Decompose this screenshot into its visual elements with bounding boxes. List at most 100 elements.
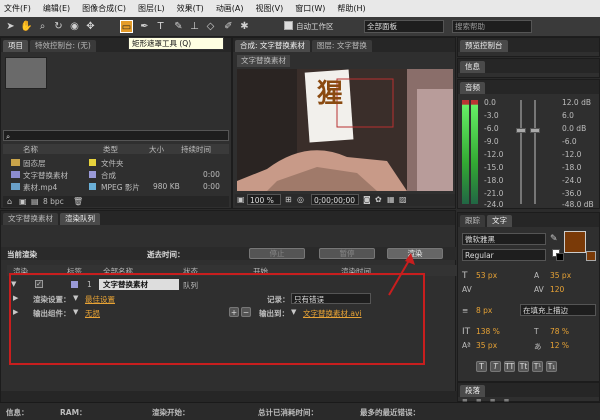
region-icon[interactable]: ▦ xyxy=(387,195,395,204)
menu-animation[interactable]: 动画(A) xyxy=(216,3,244,14)
menu-effect[interactable]: 效果(T) xyxy=(177,3,204,14)
help-search-input[interactable]: 搜索帮助 xyxy=(452,20,532,33)
font-size-icon: T xyxy=(462,271,468,281)
tab-effect-controls[interactable]: 特效控制台: (无) xyxy=(30,40,96,52)
menu-composition[interactable]: 图像合成(C) xyxy=(82,3,126,14)
comp-viewer[interactable]: 猩 xyxy=(237,69,453,191)
stop-button[interactable]: 停止 xyxy=(249,248,305,259)
rotate-icon[interactable]: ↻ xyxy=(52,20,65,33)
menu-help[interactable]: 帮助(H) xyxy=(337,3,365,14)
black-swatch[interactable] xyxy=(556,253,564,261)
tab-composition[interactable]: 合成: 文字替换素材 xyxy=(235,40,310,52)
status-renders-started-label: 渲染开始： xyxy=(152,408,190,417)
text-tool-icon[interactable]: T xyxy=(154,20,167,33)
tab-tracker[interactable]: 跟踪 xyxy=(460,215,485,227)
menu-view[interactable]: 视图(V) xyxy=(256,3,284,14)
timecode-field[interactable]: 0;00;00;00 xyxy=(311,194,359,205)
vertical-scale-value[interactable]: 138 % xyxy=(476,327,500,336)
fill-color-swatch[interactable] xyxy=(564,231,586,253)
video-frame xyxy=(237,69,453,191)
workspace-select[interactable]: 全部面板 xyxy=(364,20,444,33)
faux-bold-icon[interactable]: T xyxy=(476,361,487,372)
font-family-select[interactable]: 微软雅黑 xyxy=(462,233,546,245)
pen-icon[interactable]: ✒ xyxy=(138,20,151,33)
tab-info[interactable]: 信息 xyxy=(460,61,485,73)
tab-timeline[interactable]: 文字替换素材 xyxy=(3,213,58,225)
menu-edit[interactable]: 编辑(E) xyxy=(43,3,70,14)
delete-icon[interactable]: 🗑 xyxy=(73,197,83,206)
tsume-value[interactable]: 12 % xyxy=(550,341,569,350)
db-tick: -15.0 xyxy=(484,163,504,172)
font-size-value[interactable]: 53 px xyxy=(476,271,497,280)
color-channel-icon[interactable]: ✿ xyxy=(375,195,382,204)
tracking-value[interactable]: 120 xyxy=(550,285,564,294)
stroke-color-swatch[interactable] xyxy=(586,251,596,261)
list-item[interactable]: 素材.mp4 MPEG 影片 980 KB 0:00 xyxy=(3,182,229,192)
brush-icon[interactable]: ✎ xyxy=(172,20,185,33)
composition-icon xyxy=(11,171,20,178)
eyedropper-icon[interactable]: ✎ xyxy=(550,234,558,244)
col-size[interactable]: 大小 xyxy=(149,144,164,155)
auto-open-checkbox[interactable] xyxy=(284,21,293,30)
col-duration[interactable]: 持续时间 xyxy=(181,144,211,155)
snapshot-icon[interactable]: ◙ xyxy=(363,195,371,204)
superscript-icon[interactable]: T¹ xyxy=(532,361,543,372)
eraser-icon[interactable]: ◇ xyxy=(204,20,217,33)
stroke-mode-select[interactable]: 在填充上描边 xyxy=(520,304,596,316)
render-queue-panel: 文字替换素材 渲染队列 当前渲染 逝去时间： 停止 暂停 渲染 渲染 标签 全部… xyxy=(0,210,457,403)
rectangle-mask-icon[interactable]: ▭ xyxy=(120,20,133,33)
leading-value[interactable]: 35 px xyxy=(550,271,571,280)
audio-slider-left[interactable] xyxy=(516,128,526,133)
list-item[interactable]: 文字替换素材 合成 0:00 xyxy=(3,170,229,180)
db-tick: -24.0 xyxy=(484,200,504,209)
font-style-select[interactable]: Regular xyxy=(462,249,546,261)
grid-icon[interactable]: ⊞ xyxy=(285,195,292,204)
horizontal-scale-value[interactable]: 78 % xyxy=(550,327,569,336)
tab-audio[interactable]: 音频 xyxy=(460,82,485,94)
baseline-shift-value[interactable]: 35 px xyxy=(476,341,497,350)
menu-layer[interactable]: 图层(L) xyxy=(138,3,165,14)
new-composition-icon[interactable]: ▤ xyxy=(31,197,39,206)
pause-button[interactable]: 暂停 xyxy=(319,248,375,259)
project-search-input[interactable]: ⌕ xyxy=(3,130,229,141)
always-preview-icon[interactable]: ▣ xyxy=(237,195,245,204)
faux-italic-icon[interactable]: T xyxy=(490,361,501,372)
zoom-icon[interactable]: ⌕ xyxy=(36,20,49,33)
leading-icon: A xyxy=(534,271,540,280)
col-name[interactable]: 名称 xyxy=(23,144,38,155)
interpret-footage-icon[interactable]: ⌂ xyxy=(7,197,12,206)
tab-layer[interactable]: 图层: 文字替换 xyxy=(311,40,372,52)
tab-paragraph[interactable]: 段落 xyxy=(460,385,485,397)
tab-project[interactable]: 项目 xyxy=(3,40,28,52)
menu-file[interactable]: 文件(F) xyxy=(4,3,31,14)
item-name: 素材.mp4 xyxy=(23,183,58,192)
col-type[interactable]: 类型 xyxy=(103,144,118,155)
stroke-width-value[interactable]: 8 px xyxy=(476,306,492,315)
new-folder-icon[interactable]: ▣ xyxy=(19,197,27,206)
audio-db-scale-left: 0.0 -3.0 -6.0 -9.0 -12.0 -15.0 -18.0 -21… xyxy=(484,98,514,209)
list-item[interactable]: 固态层 文件夹 xyxy=(3,158,229,168)
current-render-label[interactable]: 当前渲染 xyxy=(7,249,37,260)
puppet-pin-icon[interactable]: ✱ xyxy=(238,20,251,33)
clone-stamp-icon[interactable]: ⊥ xyxy=(188,20,201,33)
mask-view-icon[interactable]: ◎ xyxy=(297,195,304,204)
tab-preview[interactable]: 预览控制台 xyxy=(460,40,508,52)
paragraph-panel: 段落 ≡ ≡ ≡ ≡ xyxy=(457,382,600,405)
video-file-icon xyxy=(11,183,20,190)
camera-icon[interactable]: ◉ xyxy=(68,20,81,33)
hand-icon[interactable]: ✋ xyxy=(20,20,33,33)
small-caps-icon[interactable]: Tt xyxy=(518,361,529,372)
menu-window[interactable]: 窗口(W) xyxy=(295,3,325,14)
pan-behind-icon[interactable]: ✥ xyxy=(84,20,97,33)
roto-brush-icon[interactable]: ✐ xyxy=(222,20,235,33)
tab-character[interactable]: 文字 xyxy=(487,215,512,227)
subscript-icon[interactable]: T₁ xyxy=(546,361,557,372)
audio-slider-right[interactable] xyxy=(530,128,540,133)
all-caps-icon[interactable]: TT xyxy=(504,361,515,372)
bit-depth[interactable]: 8 bpc xyxy=(43,197,64,206)
transparency-grid-icon[interactable]: ▨ xyxy=(399,195,407,204)
zoom-select[interactable]: 100 % xyxy=(247,194,281,205)
selection-arrow-icon[interactable]: ➤ xyxy=(4,20,17,33)
comp-subtab[interactable]: 文字替换素材 xyxy=(237,55,290,67)
tab-render-queue[interactable]: 渲染队列 xyxy=(60,213,100,225)
